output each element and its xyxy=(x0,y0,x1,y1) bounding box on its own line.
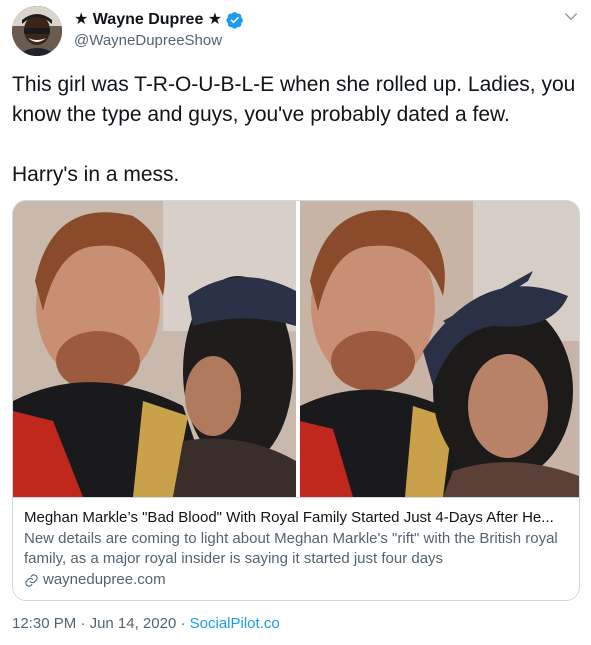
tweet-header: ★ Wayne Dupree ★ @WayneDupreeShow xyxy=(12,6,582,58)
tweet[interactable]: ★ Wayne Dupree ★ @WayneDupreeShow This g… xyxy=(0,0,591,645)
card-image[interactable] xyxy=(13,201,579,497)
author-handle[interactable]: @WayneDupreeShow xyxy=(74,31,244,51)
author-name[interactable]: ★ Wayne Dupree ★ xyxy=(74,10,244,30)
meta-separator: · xyxy=(180,615,186,632)
link-icon xyxy=(25,573,38,587)
verified-badge-icon xyxy=(226,12,243,29)
tweet-paragraph: This girl was T-R-O-U-B-L-E when she rol… xyxy=(12,73,576,126)
tweet-text: This girl was T-R-O-U-B-L-E when she rol… xyxy=(12,70,582,190)
card-photo xyxy=(13,201,579,497)
link-card[interactable]: Meghan Markle’s "Bad Blood" With Royal F… xyxy=(12,200,580,601)
card-info[interactable]: Meghan Markle’s "Bad Blood" With Royal F… xyxy=(13,497,579,600)
avatar-photo xyxy=(12,6,62,56)
tweet-paragraph: Harry's in a mess. xyxy=(12,163,180,186)
tweet-source-link[interactable]: SocialPilot.co xyxy=(190,615,280,632)
card-domain-text[interactable]: waynedupree.com xyxy=(43,570,166,590)
tweet-time[interactable]: 12:30 PM xyxy=(12,615,76,632)
meta-separator: · xyxy=(80,615,86,632)
author-display-name[interactable]: ★ Wayne Dupree ★ xyxy=(74,10,222,30)
avatar[interactable] xyxy=(12,6,62,56)
tweet-meta: 12:30 PM · Jun 14, 2020 · SocialPilot.co xyxy=(12,614,280,634)
tweet-date[interactable]: Jun 14, 2020 xyxy=(90,615,177,632)
author-block: ★ Wayne Dupree ★ @WayneDupreeShow xyxy=(74,10,244,51)
card-domain[interactable]: waynedupree.com xyxy=(24,570,568,590)
chevron-down-icon[interactable] xyxy=(562,8,580,26)
card-description: New details are coming to light about Me… xyxy=(24,530,558,567)
card-title[interactable]: Meghan Markle’s "Bad Blood" With Royal F… xyxy=(24,508,568,528)
